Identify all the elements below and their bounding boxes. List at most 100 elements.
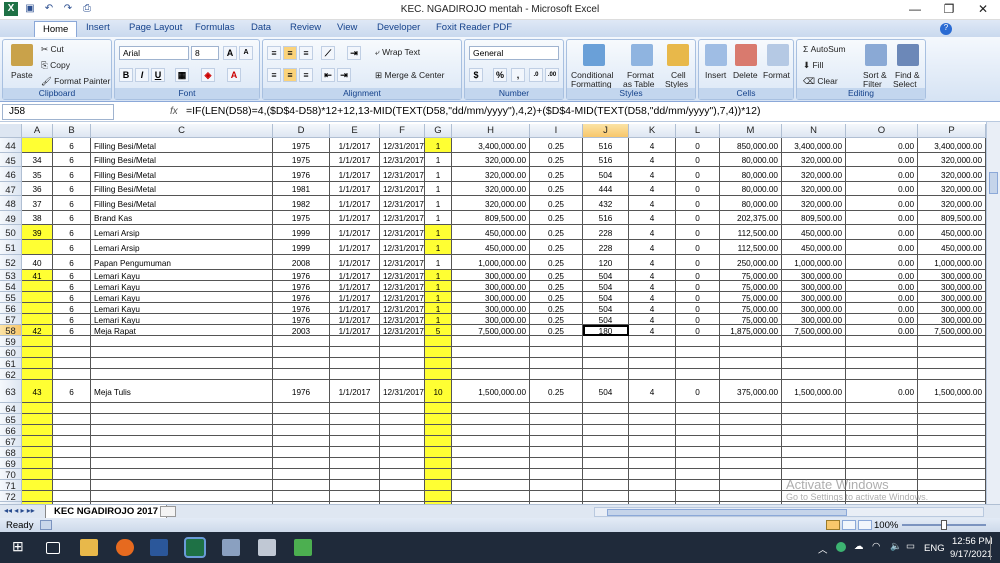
cell-k47[interactable]: 4 xyxy=(629,182,676,196)
cell-e72[interactable] xyxy=(330,491,380,502)
column-header-o[interactable]: O xyxy=(846,124,918,138)
cell-o50[interactable]: 0.00 xyxy=(846,225,918,240)
cell-f71[interactable] xyxy=(380,480,425,491)
cell-h71[interactable] xyxy=(452,480,530,491)
cell-o69[interactable] xyxy=(846,458,918,469)
cell-b63[interactable]: 6 xyxy=(53,380,91,403)
cell-n49[interactable]: 809,500.00 xyxy=(782,211,846,225)
cell-j61[interactable] xyxy=(583,358,629,369)
cell-a45[interactable]: 34 xyxy=(22,153,53,167)
cell-p64[interactable] xyxy=(918,403,986,414)
cell-e48[interactable]: 1/1/2017 xyxy=(330,196,380,211)
cell-b51[interactable]: 6 xyxy=(53,240,91,255)
cell-o67[interactable] xyxy=(846,436,918,447)
cell-p54[interactable]: 300,000.00 xyxy=(918,281,986,292)
cell-a53[interactable]: 41 xyxy=(22,270,53,281)
cell-m55[interactable]: 75,000.00 xyxy=(720,292,782,303)
cell-i48[interactable]: 0.25 xyxy=(530,196,583,211)
cell-c46[interactable]: Filling Besi/Metal xyxy=(91,167,273,182)
cell-n62[interactable] xyxy=(782,369,846,380)
tab-insert[interactable]: Insert xyxy=(86,22,110,33)
cell-o45[interactable]: 0.00 xyxy=(846,153,918,167)
cell-c67[interactable] xyxy=(91,436,273,447)
cell-f57[interactable]: 12/31/2017 xyxy=(380,314,425,325)
cell-c71[interactable] xyxy=(91,480,273,491)
align-bottom-icon[interactable]: ≡ xyxy=(299,46,313,60)
cell-a63[interactable]: 43 xyxy=(22,380,53,403)
cell-o53[interactable]: 0.00 xyxy=(846,270,918,281)
cell-e63[interactable]: 1/1/2017 xyxy=(330,380,380,403)
cell-l68[interactable] xyxy=(676,447,720,458)
minimize-button[interactable]: — xyxy=(898,0,932,20)
cell-f61[interactable] xyxy=(380,358,425,369)
cell-b65[interactable] xyxy=(53,414,91,425)
cell-f51[interactable]: 12/31/2017 xyxy=(380,240,425,255)
cell-f54[interactable]: 12/31/2017 xyxy=(380,281,425,292)
wrap-text-button[interactable]: ⤶ Wrap Text xyxy=(375,47,420,58)
cell-e47[interactable]: 1/1/2017 xyxy=(330,182,380,196)
cell-g51[interactable]: 1 xyxy=(425,240,452,255)
cell-j57[interactable]: 504 xyxy=(583,314,629,325)
cell-j66[interactable] xyxy=(583,425,629,436)
cell-l65[interactable] xyxy=(676,414,720,425)
cell-g65[interactable] xyxy=(425,414,452,425)
row-header-68[interactable]: 68 xyxy=(0,447,22,459)
cell-f48[interactable]: 12/31/2017 xyxy=(380,196,425,211)
percent-button[interactable]: % xyxy=(493,68,507,82)
cell-p50[interactable]: 450,000.00 xyxy=(918,225,986,240)
help-icon[interactable]: ? xyxy=(940,23,952,35)
cell-g55[interactable]: 1 xyxy=(425,292,452,303)
format-cells-icon[interactable] xyxy=(767,44,789,66)
cell-l66[interactable] xyxy=(676,425,720,436)
cell-a67[interactable] xyxy=(22,436,53,447)
cell-a62[interactable] xyxy=(22,369,53,380)
row-header-44[interactable]: 44 xyxy=(0,138,22,153)
cell-d52[interactable]: 2008 xyxy=(273,255,330,270)
column-header-e[interactable]: E xyxy=(330,124,380,138)
row-header-64[interactable]: 64 xyxy=(0,403,22,415)
cell-f62[interactable] xyxy=(380,369,425,380)
cell-b61[interactable] xyxy=(53,358,91,369)
cell-c63[interactable]: Meja Tulis xyxy=(91,380,273,403)
cell-j51[interactable]: 228 xyxy=(583,240,629,255)
cell-p69[interactable] xyxy=(918,458,986,469)
cell-a48[interactable]: 37 xyxy=(22,196,53,211)
cell-a70[interactable] xyxy=(22,469,53,480)
cell-e71[interactable] xyxy=(330,480,380,491)
cell-k60[interactable] xyxy=(629,347,676,358)
cell-e61[interactable] xyxy=(330,358,380,369)
cell-n47[interactable]: 320,000.00 xyxy=(782,182,846,196)
cell-e70[interactable] xyxy=(330,469,380,480)
cell-l54[interactable]: 0 xyxy=(676,281,720,292)
cell-c66[interactable] xyxy=(91,425,273,436)
align-top-icon[interactable]: ≡ xyxy=(267,46,281,60)
cell-p61[interactable] xyxy=(918,358,986,369)
cell-o61[interactable] xyxy=(846,358,918,369)
row-header-66[interactable]: 66 xyxy=(0,425,22,437)
cell-l46[interactable]: 0 xyxy=(676,167,720,182)
cell-p51[interactable]: 450,000.00 xyxy=(918,240,986,255)
cell-n64[interactable] xyxy=(782,403,846,414)
cell-k57[interactable]: 4 xyxy=(629,314,676,325)
cell-p63[interactable]: 1,500,000.00 xyxy=(918,380,986,403)
cell-n44[interactable]: 3,400,000.00 xyxy=(782,138,846,153)
cell-j67[interactable] xyxy=(583,436,629,447)
cell-k71[interactable] xyxy=(629,480,676,491)
cell-m71[interactable] xyxy=(720,480,782,491)
cell-j72[interactable] xyxy=(583,491,629,502)
show-desktop-button[interactable] xyxy=(990,536,991,560)
cell-f55[interactable]: 12/31/2017 xyxy=(380,292,425,303)
cell-n69[interactable] xyxy=(782,458,846,469)
cell-l52[interactable]: 0 xyxy=(676,255,720,270)
cell-h50[interactable]: 450,000.00 xyxy=(452,225,530,240)
comma-button[interactable]: , xyxy=(511,68,525,82)
cell-h54[interactable]: 300,000.00 xyxy=(452,281,530,292)
cell-l57[interactable]: 0 xyxy=(676,314,720,325)
cell-j70[interactable] xyxy=(583,469,629,480)
cell-o56[interactable]: 0.00 xyxy=(846,303,918,314)
cell-o59[interactable] xyxy=(846,336,918,347)
cell-l53[interactable]: 0 xyxy=(676,270,720,281)
font-size-select[interactable]: 8 xyxy=(191,46,219,60)
cell-o51[interactable]: 0.00 xyxy=(846,240,918,255)
cell-d44[interactable]: 1975 xyxy=(273,138,330,153)
